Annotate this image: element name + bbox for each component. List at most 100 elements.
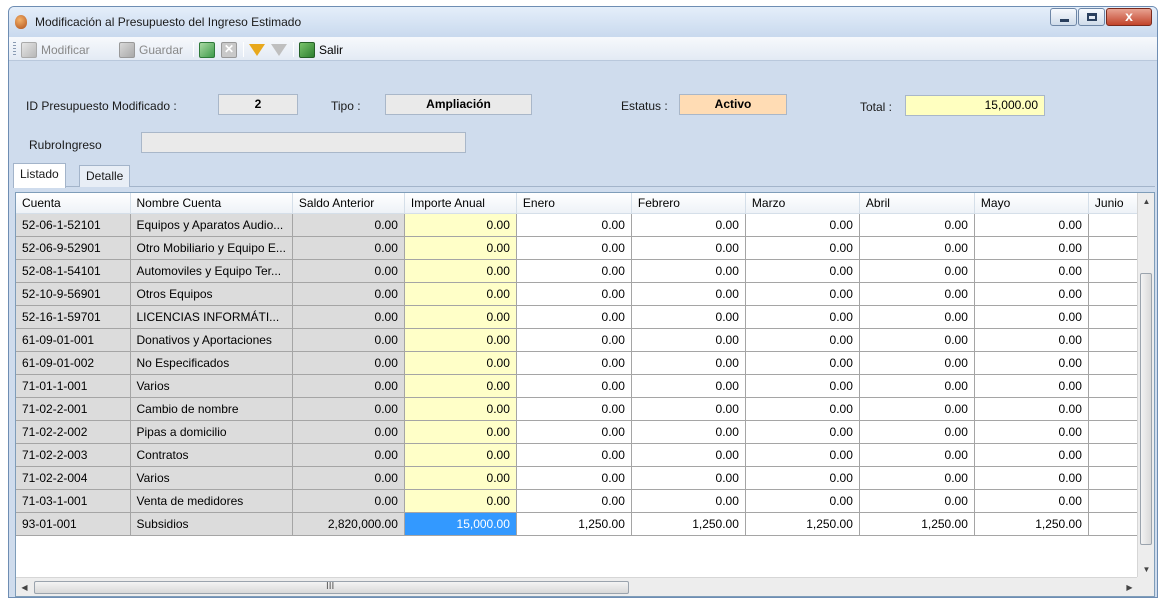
table-row[interactable]: 52-06-9-52901 Otro Mobiliario y Equipo E.…	[16, 236, 1145, 260]
guardar-button[interactable]: Guardar	[119, 41, 183, 59]
table-row[interactable]: 52-16-1-59701 LICENCIAS INFORMÁTI... 0.00 0…	[16, 305, 1145, 329]
table-row[interactable]: 71-01-1-001 Varios 0.00 0.00 0.00 0.00 0.00 0.0…	[16, 374, 1145, 398]
grid-cell[interactable]: 0.00	[516, 328, 632, 352]
grid-cell[interactable]: Varios	[130, 374, 293, 398]
grid-cell[interactable]: 0.00	[745, 374, 860, 398]
grid-cell[interactable]: 0.00	[292, 420, 405, 444]
grid-cell[interactable]	[1088, 489, 1145, 513]
filter-button[interactable]	[249, 41, 265, 59]
column-header[interactable]: Febrero	[631, 193, 746, 214]
grid-cell[interactable]: Contratos	[130, 443, 293, 467]
grid-cell[interactable]: 0.00	[404, 282, 517, 306]
grid-cell[interactable]: Subsidios	[130, 512, 293, 536]
grid-cell[interactable]: Donativos y Aportaciones	[130, 328, 293, 352]
grid-cell[interactable]: 2,820,000.00	[292, 512, 405, 536]
table-row[interactable]: 71-02-2-003 Contratos 0.00 0.00 0.00 0.00 0.00…	[16, 443, 1145, 467]
grid-cell[interactable]: 71-02-2-001	[16, 397, 131, 421]
grid-cell[interactable]: No Especificados	[130, 351, 293, 375]
table-row[interactable]: 71-02-2-001 Cambio de nombre 0.00 0.00 0.00 0…	[16, 397, 1145, 421]
column-header[interactable]: Importe Anual	[404, 193, 517, 214]
grid-cell[interactable]: 0.00	[516, 420, 632, 444]
vertical-scrollbar[interactable]: ▲ ▼	[1137, 193, 1154, 578]
modificar-button[interactable]: Modificar	[21, 41, 90, 59]
grid-cell[interactable]: 0.00	[631, 236, 746, 260]
grid-cell[interactable]: 0.00	[974, 328, 1089, 352]
grid-cell[interactable]: 0.00	[631, 328, 746, 352]
total-field[interactable]: 15,000.00	[905, 95, 1045, 116]
grid-cell[interactable]: 0.00	[859, 374, 975, 398]
grid-cell[interactable]: 0.00	[974, 305, 1089, 329]
grid-cell[interactable]	[1088, 236, 1145, 260]
scroll-down-icon[interactable]: ▼	[1138, 561, 1154, 578]
refresh-button[interactable]	[199, 41, 215, 59]
column-header[interactable]: Enero	[516, 193, 632, 214]
grid-cell[interactable]: 0.00	[745, 305, 860, 329]
salir-button[interactable]: Salir	[299, 41, 343, 59]
close-button[interactable]: x	[1106, 8, 1152, 26]
grid-cell[interactable]: 0.00	[404, 489, 517, 513]
grid-cell[interactable]: 71-02-2-004	[16, 466, 131, 490]
grid-cell[interactable]: Venta de medidores	[130, 489, 293, 513]
grid-cell[interactable]	[1088, 328, 1145, 352]
grid-cell[interactable]: 0.00	[974, 489, 1089, 513]
grid-cell[interactable]: 0.00	[859, 351, 975, 375]
grid-cell[interactable]: 0.00	[631, 351, 746, 375]
grid-cell[interactable]: 0.00	[745, 213, 860, 237]
grid-cell[interactable]: 0.00	[404, 351, 517, 375]
grid-cell[interactable]	[1088, 259, 1145, 283]
grid-cell[interactable]: 0.00	[974, 282, 1089, 306]
grid-cell[interactable]: 52-06-1-52101	[16, 213, 131, 237]
grid-cell[interactable]: 0.00	[974, 420, 1089, 444]
grid-cell[interactable]: 0.00	[974, 351, 1089, 375]
grid-cell[interactable]: 0.00	[745, 328, 860, 352]
column-header[interactable]: Cuenta	[16, 193, 131, 214]
grid-cell[interactable]: 0.00	[859, 420, 975, 444]
table-row[interactable]: 71-02-2-002 Pipas a domicilio 0.00 0.00 0.00…	[16, 420, 1145, 444]
grid-cell[interactable]: 52-16-1-59701	[16, 305, 131, 329]
estatus-field[interactable]: Activo	[679, 94, 787, 115]
grid-cell[interactable]: 0.00	[745, 466, 860, 490]
grid-cell[interactable]: 15,000.00	[404, 512, 517, 536]
grid-cell[interactable]: 0.00	[292, 328, 405, 352]
grid-cell[interactable]: 0.00	[516, 397, 632, 421]
grid-cell[interactable]: 0.00	[745, 351, 860, 375]
grid-cell[interactable]: 0.00	[745, 443, 860, 467]
grid-cell[interactable]: 0.00	[859, 236, 975, 260]
column-header[interactable]: Nombre Cuenta	[130, 193, 293, 214]
grid-cell[interactable]: 0.00	[404, 328, 517, 352]
grid-cell[interactable]: Pipas a domicilio	[130, 420, 293, 444]
grid-cell[interactable]: Varios	[130, 466, 293, 490]
table-row[interactable]: 93-01-001 Subsidios 2,820,000.00 15,000.00 1…	[16, 512, 1145, 536]
grid-cell[interactable]: 0.00	[292, 259, 405, 283]
tipo-field[interactable]: Ampliación	[385, 94, 532, 115]
grid-cell[interactable]: 0.00	[292, 466, 405, 490]
grid-cell[interactable]: 0.00	[292, 305, 405, 329]
grid-cell[interactable]: 0.00	[292, 213, 405, 237]
grid-cell[interactable]: 0.00	[745, 420, 860, 444]
grid-cell[interactable]: 0.00	[516, 443, 632, 467]
grid-cell[interactable]	[1088, 443, 1145, 467]
toolbar-grip[interactable]	[13, 42, 16, 56]
grid-cell[interactable]: 0.00	[859, 259, 975, 283]
grid-cell[interactable]: 0.00	[516, 466, 632, 490]
grid-cell[interactable]: 0.00	[745, 489, 860, 513]
grid-cell[interactable]: 0.00	[631, 420, 746, 444]
grid-cell[interactable]: 0.00	[859, 282, 975, 306]
grid-cell[interactable]: 0.00	[292, 443, 405, 467]
grid-cell[interactable]	[1088, 512, 1145, 536]
horizontal-scroll-thumb[interactable]: III	[34, 581, 629, 594]
grid-cell[interactable]: 0.00	[631, 397, 746, 421]
grid-cell[interactable]	[1088, 374, 1145, 398]
grid-cell[interactable]: 0.00	[631, 443, 746, 467]
grid-cell[interactable]	[1088, 282, 1145, 306]
grid-cell[interactable]: 0.00	[859, 443, 975, 467]
grid-cell[interactable]: 0.00	[516, 259, 632, 283]
table-row[interactable]: 71-03-1-001 Venta de medidores 0.00 0.00 0.0…	[16, 489, 1145, 513]
grid-cell[interactable]: 0.00	[516, 282, 632, 306]
grid-cell[interactable]: 0.00	[859, 305, 975, 329]
grid-cell[interactable]: 0.00	[292, 489, 405, 513]
column-header[interactable]: Abril	[859, 193, 975, 214]
column-header[interactable]: Marzo	[745, 193, 860, 214]
grid-cell[interactable]: 0.00	[516, 213, 632, 237]
grid-cell[interactable]	[1088, 397, 1145, 421]
